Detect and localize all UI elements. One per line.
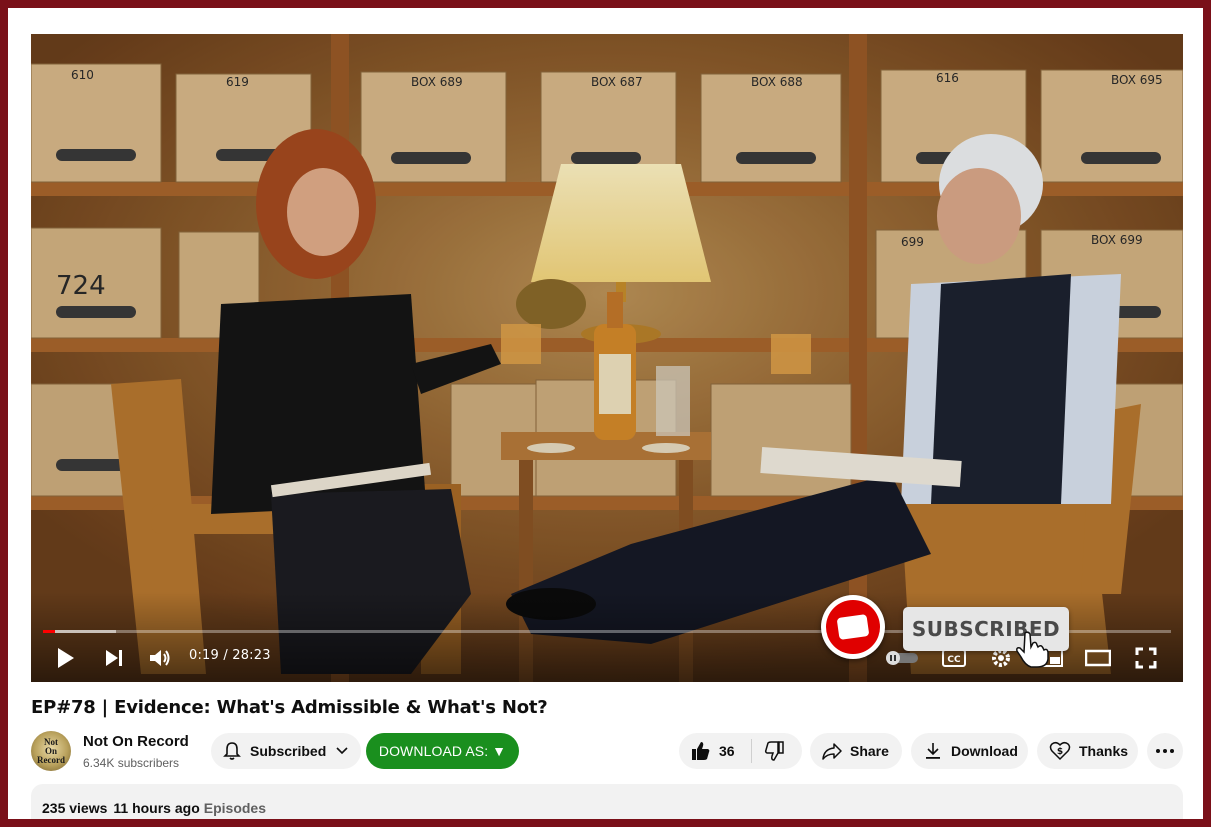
youtube-logo-icon [821,595,885,659]
progress-played [43,630,56,633]
share-label: Share [850,743,889,759]
play-button[interactable] [51,644,81,672]
more-actions-button[interactable] [1147,733,1183,769]
download-label: Download [951,743,1018,759]
download-icon [926,743,940,759]
time-display: 0:19 / 28:23 [189,648,271,663]
volume-button[interactable] [145,644,175,672]
next-button[interactable] [99,644,129,672]
video-title: EP#78 | Evidence: What's Admissible & Wh… [31,697,548,718]
thumbs-down-icon[interactable] [764,741,784,761]
video-player[interactable]: 610 619 BOX 689 BOX 687 BOX 688 616 BOX … [31,34,1183,682]
bell-icon [223,742,241,760]
download-button[interactable]: Download [911,733,1028,769]
next-icon [106,650,122,666]
pointer-hand-icon [1016,631,1049,668]
heart-dollar-icon: $ [1049,741,1071,761]
share-button[interactable]: Share [810,733,902,769]
subscriber-count: 6.34K subscribers [83,756,180,770]
thanks-label: Thanks [1079,743,1129,759]
like-dislike-group: 36 [679,733,802,769]
subscribed-button[interactable]: Subscribed [211,733,361,769]
chevron-down-icon [336,747,348,755]
share-icon [822,743,842,760]
thanks-button[interactable]: $ Thanks [1037,733,1138,769]
fullscreen-icon [1135,647,1157,669]
page-frame: 610 619 BOX 689 BOX 687 BOX 688 616 BOX … [8,8,1203,819]
subscribe-animation-overlay: SUBSCRIBED [821,591,1121,668]
channel-name[interactable]: Not On Record [83,733,189,750]
view-count: 235 views [42,800,108,816]
fullscreen-button[interactable] [1131,644,1161,672]
upload-age: 11 hours ago [113,800,200,816]
description-box[interactable]: 235 views 11 hours ago Episodes [31,784,1183,819]
more-horizontal-icon [1156,749,1174,753]
like-count: 36 [719,743,735,759]
channel-avatar[interactable]: Not On Record [31,731,71,771]
subscribed-label: Subscribed [250,743,327,759]
thumbs-up-icon[interactable] [691,741,711,761]
video-frame[interactable]: 610 619 BOX 689 BOX 687 BOX 688 616 BOX … [31,34,1183,682]
like-divider [750,739,752,763]
download-as-button[interactable]: DOWNLOAD AS: ▼ [366,733,519,769]
play-icon [58,648,74,668]
description-meta: 235 views 11 hours ago Episodes [42,800,266,816]
hashtag-link[interactable]: Episodes [204,800,266,816]
svg-text:$: $ [1057,747,1063,757]
avatar-text: Record [37,754,65,765]
volume-icon [150,650,170,666]
